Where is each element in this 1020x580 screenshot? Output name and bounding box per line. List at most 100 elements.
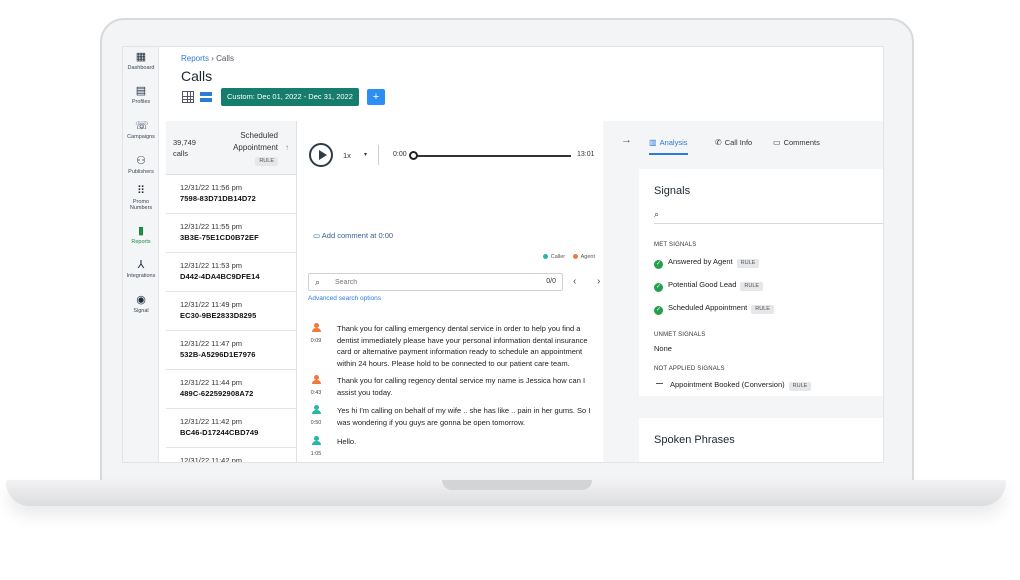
met-signal-item[interactable]: ✓ Answered by Agent RULE [654,257,760,269]
message-text: Thank you for calling emergency dental s… [337,324,588,368]
analysis-icon: ▥ [649,138,657,147]
phone-icon: ✆ [715,138,722,147]
call-date: 12/31/22 11:47 pm [180,339,242,348]
laptop-base [6,480,1006,506]
add-comment-button[interactable]: ▭ Add comment at 0:00 [313,231,393,240]
message-text: Yes hi I'm calling on behalf of my wife … [337,406,591,427]
collapse-arrow-icon[interactable]: → [621,134,632,146]
tab-label: Call Info [724,138,753,147]
nav-item-signal[interactable]: ◉ Signal [123,294,159,314]
not-applied-signal-item[interactable]: Appointment Booked (Conversion) RULE [654,380,812,391]
signal-label: Scheduled Appointment [668,303,748,312]
rule-badge: RULE [751,305,774,314]
tab-comments[interactable]: ▭ Comments [773,138,820,155]
message-time[interactable]: 1:05 [305,451,327,457]
play-icon[interactable] [309,143,333,167]
laptop-notch [442,480,592,490]
promo-numbers-icon: ⠿ [136,185,146,197]
call-date: 12/31/22 11:55 pm [180,222,242,231]
call-player: 1x ▾ 0:00 13:01 ▭ Add comment at 0:00 Ca… [297,121,603,462]
message-time[interactable]: 0:09 [305,338,327,344]
publishers-icon: ⚇ [136,155,146,167]
met-signals-heading: MET SIGNALS [654,242,697,248]
agent-avatar-icon [311,375,321,384]
sort-arrow-icon[interactable]: ↑ [285,143,289,152]
call-row[interactable]: 12/31/22 11:56 pm 7598-83D71DB14D72 [166,175,296,214]
transcript-search: ⌕ 0/0 [308,273,563,291]
unmet-signals-value: None [654,344,672,353]
list-view-icon[interactable] [200,91,212,103]
signal-label: Appointment Booked (Conversion) [670,380,785,389]
analysis-tabs: ▥ Analysis ✆ Call Info ▭ Comments [649,121,883,157]
nav-label: Integrations [126,273,156,279]
nav-item-dashboard[interactable]: ▦ Dashboard [123,51,159,71]
next-match-icon[interactable]: › [597,276,600,287]
legend-caller: Caller [550,254,566,260]
search-icon: ⌕ [315,277,321,287]
call-id: 532B-A5296D1E7976 [180,350,256,359]
nav-item-integrations[interactable]: ⅄ Integrations [123,259,159,279]
scrubber-handle[interactable] [409,151,418,160]
grid-view-icon[interactable] [182,91,194,103]
scrubber-track[interactable] [411,155,571,157]
tab-label: Comments [783,138,820,147]
sort-column[interactable]: Scheduled Appointment RULE [228,130,278,166]
search-icon: ⌕ [654,209,660,219]
nav-label: Dashboard [127,65,155,71]
met-signal-item[interactable]: ✓ Scheduled Appointment RULE [654,303,774,315]
analysis-pane: → ▥ Analysis ✆ Call Info ▭ Comments Signals… [603,121,883,462]
nav-label: Promo Numbers [129,199,153,211]
comment-icon: ▭ [773,138,781,147]
call-row[interactable]: 12/31/22 11:42 pm BC46-D17244CBD749 [166,409,296,448]
call-row[interactable]: 12/31/22 11:49 pm EC30-9BE2833D8295 [166,292,296,331]
rule-badge: RULE [255,157,278,166]
tab-label: Analysis [659,138,688,147]
calls-list-header: 39,749 calls Scheduled Appointment RULE … [166,121,296,175]
breadcrumb-reports-link[interactable]: Reports [181,54,209,63]
met-signal-item[interactable]: ✓ Potential Good Lead RULE [654,280,764,292]
duration: 13:01 [577,151,595,158]
chevron-down-icon[interactable]: ▾ [364,151,367,158]
agent-avatar-icon [311,323,321,332]
playback-speed[interactable]: 1x [343,151,351,160]
unmet-signals-heading: UNMET SIGNALS [654,332,706,338]
signals-search[interactable]: ⌕ [654,209,883,224]
not-applied-signals-heading: NOT APPLIED SIGNALS [654,366,725,372]
signal-label: Answered by Agent [668,257,733,266]
legend-agent: Agent [580,254,595,260]
divider [378,145,379,165]
nav-item-publishers[interactable]: ⚇ Publishers [123,155,159,175]
nav-label: Signal [133,308,149,314]
call-id: EC30-9BE2833D8295 [180,311,257,320]
transcript-search-input[interactable] [335,276,515,288]
calls-count: 39,749 calls [173,138,196,158]
tab-call-info[interactable]: ✆ Call Info [715,138,752,155]
date-range-button[interactable]: Custom: Dec 01, 2022 - Dec 31, 2022 [221,88,359,106]
message-time[interactable]: 0:43 [305,390,327,396]
previous-match-icon[interactable]: ‹ [573,276,576,287]
calls-list: 39,749 calls Scheduled Appointment RULE … [166,121,297,462]
speaker-legend: Caller Agent [537,254,595,260]
call-row[interactable]: 12/31/22 11:44 pm 489C-622592908A72 [166,370,296,409]
nav-label: Campaigns [127,134,155,140]
call-row[interactable]: 12/31/22 11:53 pm D442-4DA4BC9DFE14 [166,253,296,292]
tab-analysis[interactable]: ▥ Analysis [649,138,688,155]
nav-item-promo-numbers[interactable]: ⠿ Promo Numbers [123,185,159,211]
message-time[interactable]: 0:50 [305,420,327,426]
integrations-icon: ⅄ [137,259,145,271]
breadcrumb-current: Calls [216,54,234,63]
nav-label: Reports [131,239,151,245]
add-filter-button[interactable]: + [367,89,385,105]
call-row[interactable]: 12/31/22 11:42 pm [166,448,296,462]
caller-avatar-icon [311,405,321,414]
call-row[interactable]: 12/31/22 11:55 pm 3B3E-75E1CD0B72EF [166,214,296,253]
advanced-search-link[interactable]: Advanced search options [308,295,381,302]
call-id: D442-4DA4BC9DFE14 [180,272,260,281]
nav-item-profiles[interactable]: ▤ Profiles [123,85,159,105]
add-comment-label: Add comment at 0:00 [321,231,394,240]
nav-item-campaigns[interactable]: ☏ Campaigns [123,120,159,140]
spoken-phrases-title: Spoken Phrases [654,434,735,446]
agent-dot-icon [572,254,578,260]
call-row[interactable]: 12/31/22 11:47 pm 532B-A5296D1E7976 [166,331,296,370]
nav-item-reports[interactable]: ▮ Reports [123,225,159,245]
